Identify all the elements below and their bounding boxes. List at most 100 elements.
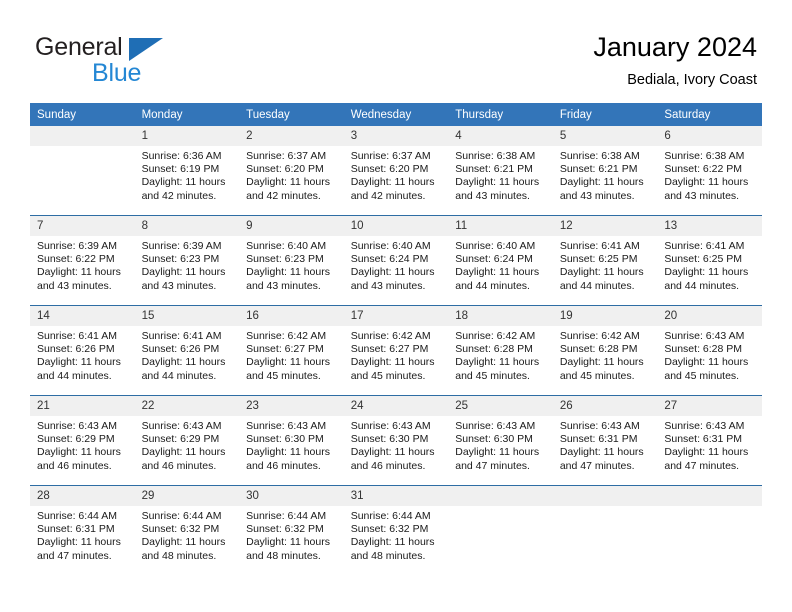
daylight-duration-line2: and 43 minutes.	[455, 189, 530, 202]
daylight-duration-line1: Daylight: 11 hours	[350, 266, 435, 279]
daylight-duration-line1: Daylight: 11 hours	[350, 536, 435, 549]
sunset-time: Sunset: 6:26 PM	[37, 343, 115, 356]
day-cell-content: 25 Sunrise: 6:43 AM Sunset: 6:30 PM Dayligh…	[448, 396, 553, 485]
calendar-day-cell[interactable]: 8 Sunrise: 6:39 AM Sunset: 6:23 PM Daylight…	[134, 215, 240, 306]
calendar-day-cell[interactable]: 17 Sunrise: 6:42 AM Sunset: 6:27 PM Dayligh…	[343, 305, 449, 396]
sunrise-time: Sunrise: 6:42 AM	[350, 330, 431, 342]
day-number: 21	[30, 396, 135, 416]
daylight-duration-line1: Daylight: 11 hours	[350, 446, 435, 459]
calendar-day-cell[interactable]: 23 Sunrise: 6:43 AM Sunset: 6:30 PM Dayligh…	[239, 395, 344, 486]
daylight-duration-line1: Daylight: 11 hours	[350, 176, 435, 189]
sunset-time: Sunset: 6:22 PM	[664, 163, 743, 176]
sunset-time: Sunset: 6:28 PM	[455, 343, 533, 356]
calendar-day-cell[interactable]: 26 Sunrise: 6:43 AM Sunset: 6:31 PM Dayligh…	[552, 395, 658, 486]
sunset-time: Sunset: 6:29 PM	[141, 433, 220, 446]
weekday-header-wednesday: Wednesday	[343, 103, 449, 126]
daylight-duration-line2: and 42 minutes.	[246, 189, 321, 202]
daylight-duration-line1: Daylight: 11 hours	[37, 446, 121, 459]
day-cell-content: 2 Sunrise: 6:37 AM Sunset: 6:20 PM Daylight…	[239, 126, 344, 215]
sunset-time: Sunset: 6:32 PM	[246, 523, 324, 536]
calendar-week-row: 1 Sunrise: 6:36 AM Sunset: 6:19 PM Daylight…	[30, 126, 762, 216]
calendar-day-cell[interactable]: 7 Sunrise: 6:39 AM Sunset: 6:22 PM Daylight…	[30, 215, 135, 306]
calendar-day-cell[interactable]: 22 Sunrise: 6:43 AM Sunset: 6:29 PM Dayligh…	[134, 395, 240, 486]
calendar-day-cell[interactable]: 1 Sunrise: 6:36 AM Sunset: 6:19 PM Daylight…	[134, 126, 240, 216]
daylight-duration-line2: and 46 minutes.	[350, 459, 426, 472]
calendar-page: General Blue January 2024 Bediala, Ivory…	[0, 0, 792, 612]
calendar-day-cell[interactable]: 30 Sunrise: 6:44 AM Sunset: 6:32 PM Dayligh…	[239, 485, 344, 575]
calendar-day-cell[interactable]: 18 Sunrise: 6:42 AM Sunset: 6:28 PM Dayligh…	[448, 305, 553, 396]
calendar-day-cell[interactable]: 5 Sunrise: 6:38 AM Sunset: 6:21 PM Daylight…	[552, 126, 658, 216]
calendar-day-cell[interactable]: 28 Sunrise: 6:44 AM Sunset: 6:31 PM Dayligh…	[30, 485, 135, 575]
daylight-duration-line2: and 44 minutes.	[559, 279, 635, 292]
day-number	[657, 486, 762, 506]
calendar-day-cell[interactable]: 9 Sunrise: 6:40 AM Sunset: 6:23 PM Daylight…	[239, 215, 344, 306]
daylight-duration-line2: and 47 minutes.	[664, 459, 740, 472]
calendar-day-cell[interactable]: 12 Sunrise: 6:41 AM Sunset: 6:25 PM Dayligh…	[552, 215, 658, 306]
day-sun-info: Sunrise: 6:36 AM Sunset: 6:19 PM Daylight:…	[135, 146, 240, 203]
calendar-day-cell[interactable]: 20 Sunrise: 6:43 AM Sunset: 6:28 PM Dayligh…	[657, 305, 762, 396]
daylight-duration-line1: Daylight: 11 hours	[246, 176, 330, 189]
day-number: 11	[448, 216, 553, 236]
day-number: 1	[134, 126, 240, 146]
calendar-day-cell[interactable]: 16 Sunrise: 6:42 AM Sunset: 6:27 PM Dayligh…	[239, 305, 344, 396]
calendar-day-cell[interactable]: 6 Sunrise: 6:38 AM Sunset: 6:22 PM Daylight…	[657, 126, 762, 216]
sunrise-time: Sunrise: 6:41 AM	[37, 330, 117, 342]
sunrise-time: Sunrise: 6:38 AM	[455, 150, 536, 162]
calendar-day-cell[interactable]: 25 Sunrise: 6:43 AM Sunset: 6:30 PM Dayligh…	[448, 395, 553, 486]
day-cell-content: 9 Sunrise: 6:40 AM Sunset: 6:23 PM Daylight…	[239, 216, 344, 305]
day-cell-content: 30 Sunrise: 6:44 AM Sunset: 6:32 PM Dayligh…	[239, 486, 344, 575]
sunrise-time: Sunrise: 6:42 AM	[455, 330, 536, 342]
day-sun-info: Sunrise: 6:43 AM Sunset: 6:28 PM Daylight:…	[657, 326, 762, 383]
day-number: 5	[552, 126, 658, 146]
sunset-time: Sunset: 6:25 PM	[559, 253, 638, 266]
sunset-time: Sunset: 6:20 PM	[350, 163, 429, 176]
day-sun-info: Sunrise: 6:41 AM Sunset: 6:26 PM Daylight:…	[30, 326, 135, 383]
daylight-duration-line2: and 48 minutes.	[246, 549, 321, 562]
day-sun-info: Sunrise: 6:43 AM Sunset: 6:31 PM Daylight:…	[553, 416, 658, 473]
sunrise-time: Sunrise: 6:44 AM	[37, 510, 117, 522]
calendar-day-cell[interactable]: 21 Sunrise: 6:43 AM Sunset: 6:29 PM Dayligh…	[30, 395, 135, 486]
day-cell-content: 31 Sunrise: 6:44 AM Sunset: 6:32 PM Dayligh…	[343, 486, 449, 575]
calendar-day-cell[interactable]: 10 Sunrise: 6:40 AM Sunset: 6:24 PM Dayligh…	[343, 215, 449, 306]
daylight-duration-line2: and 43 minutes.	[141, 279, 217, 292]
calendar-week-row: 28 Sunrise: 6:44 AM Sunset: 6:31 PM Dayligh…	[30, 485, 762, 575]
sunset-time: Sunset: 6:32 PM	[141, 523, 220, 536]
daylight-duration-line2: and 44 minutes.	[664, 279, 740, 292]
general-blue-logo: General Blue	[35, 33, 255, 89]
day-cell-content: 11 Sunrise: 6:40 AM Sunset: 6:24 PM Dayligh…	[448, 216, 553, 305]
day-cell-content: 5 Sunrise: 6:38 AM Sunset: 6:21 PM Daylight…	[552, 126, 658, 215]
day-sun-info: Sunrise: 6:43 AM Sunset: 6:31 PM Daylight:…	[657, 416, 762, 473]
day-number: 15	[134, 306, 240, 326]
day-sun-info: Sunrise: 6:38 AM Sunset: 6:21 PM Daylight:…	[448, 146, 553, 203]
day-number: 30	[239, 486, 344, 506]
calendar-day-cell[interactable]: 3 Sunrise: 6:37 AM Sunset: 6:20 PM Daylight…	[343, 126, 449, 216]
calendar-day-cell[interactable]: 24 Sunrise: 6:43 AM Sunset: 6:30 PM Dayligh…	[343, 395, 449, 486]
calendar-day-cell[interactable]: 19 Sunrise: 6:42 AM Sunset: 6:28 PM Dayligh…	[552, 305, 658, 396]
day-sun-info: Sunrise: 6:37 AM Sunset: 6:20 PM Daylight:…	[344, 146, 449, 203]
calendar-day-cell[interactable]: 11 Sunrise: 6:40 AM Sunset: 6:24 PM Dayligh…	[448, 215, 553, 306]
calendar-day-cell[interactable]: 29 Sunrise: 6:44 AM Sunset: 6:32 PM Dayligh…	[134, 485, 240, 575]
sunrise-time: Sunrise: 6:43 AM	[37, 420, 117, 432]
daylight-duration-line1: Daylight: 11 hours	[350, 356, 435, 369]
calendar-day-cell[interactable]: 2 Sunrise: 6:37 AM Sunset: 6:20 PM Daylight…	[239, 126, 344, 216]
daylight-duration-line1: Daylight: 11 hours	[559, 446, 644, 459]
daylight-duration-line1: Daylight: 11 hours	[455, 446, 540, 459]
daylight-duration-line2: and 45 minutes.	[559, 369, 635, 382]
calendar-day-cell[interactable]: 14 Sunrise: 6:41 AM Sunset: 6:26 PM Dayligh…	[30, 305, 135, 396]
calendar-day-cell[interactable]: 31 Sunrise: 6:44 AM Sunset: 6:32 PM Dayligh…	[343, 485, 449, 575]
sunrise-time: Sunrise: 6:41 AM	[559, 240, 640, 252]
day-sun-info: Sunrise: 6:37 AM Sunset: 6:20 PM Daylight:…	[239, 146, 344, 203]
calendar-day-cell[interactable]: 15 Sunrise: 6:41 AM Sunset: 6:26 PM Dayligh…	[134, 305, 240, 396]
day-number: 29	[134, 486, 240, 506]
calendar-day-cell[interactable]: 27 Sunrise: 6:43 AM Sunset: 6:31 PM Dayligh…	[657, 395, 762, 486]
sunrise-time: Sunrise: 6:37 AM	[246, 150, 327, 162]
daylight-duration-line2: and 45 minutes.	[350, 369, 426, 382]
day-number	[30, 126, 135, 146]
calendar-week-row: 7 Sunrise: 6:39 AM Sunset: 6:22 PM Daylight…	[30, 215, 762, 306]
sunrise-time: Sunrise: 6:43 AM	[664, 330, 745, 342]
calendar-day-cell[interactable]: 13 Sunrise: 6:41 AM Sunset: 6:25 PM Dayligh…	[657, 215, 762, 306]
calendar-day-cell[interactable]: 4 Sunrise: 6:38 AM Sunset: 6:21 PM Daylight…	[448, 126, 553, 216]
day-cell-content: 6 Sunrise: 6:38 AM Sunset: 6:22 PM Daylight…	[657, 126, 762, 215]
daylight-duration-line1: Daylight: 11 hours	[141, 176, 226, 189]
sunrise-time: Sunrise: 6:43 AM	[455, 420, 536, 432]
